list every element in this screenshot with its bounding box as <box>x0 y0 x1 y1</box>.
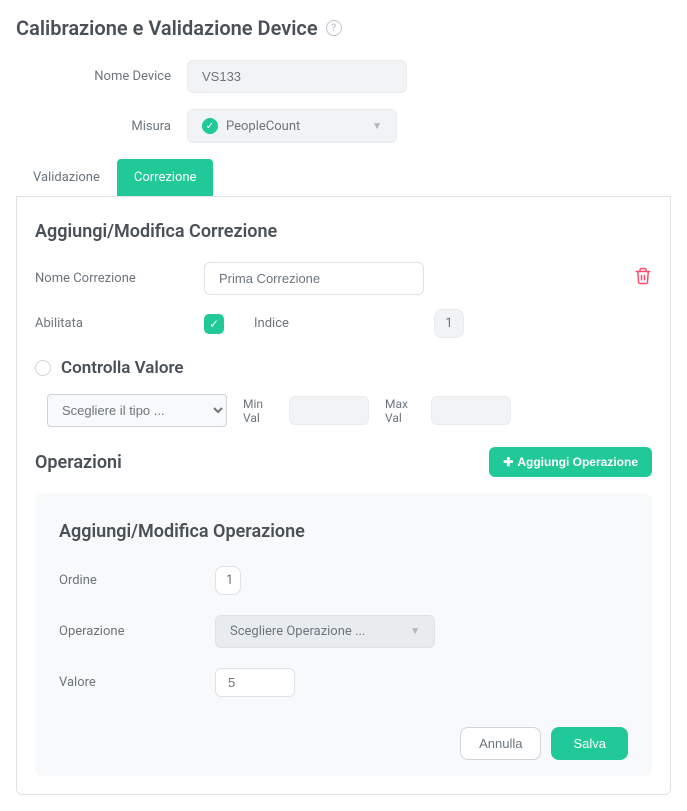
operations-title: Operazioni <box>35 452 122 473</box>
add-operation-button[interactable]: ✚ Aggiungi Operazione <box>489 447 652 477</box>
value-label: Valore <box>59 675 199 690</box>
correction-name-label: Nome Correzione <box>35 271 190 286</box>
operation-placeholder: Scegliere Operazione ... <box>230 624 365 639</box>
operation-panel: Aggiungi/Modifica Operazione Ordine 1 Op… <box>35 493 652 776</box>
device-name-row: Nome Device <box>16 60 671 93</box>
check-value-radio[interactable] <box>35 360 51 376</box>
help-icon[interactable]: ? <box>326 20 342 36</box>
value-constraints-row: Scegliere il tipo ... Min Val Max Val <box>35 394 652 427</box>
device-name-input[interactable] <box>187 60 407 93</box>
measure-dropdown[interactable]: ✓ PeopleCount ▼ <box>187 109 397 143</box>
index-label: Indice <box>254 316 314 331</box>
operation-select-row: Operazione Scegliere Operazione ... ▼ <box>59 615 628 648</box>
min-val-label: Min Val <box>243 397 273 425</box>
check-icon: ✓ <box>202 118 218 134</box>
enabled-label: Abilitata <box>35 316 190 331</box>
check-value-row: Controlla Valore <box>35 358 652 378</box>
order-value: 1 <box>215 566 241 595</box>
correction-name-input[interactable] <box>204 262 424 295</box>
measure-label: Misura <box>16 119 171 134</box>
enabled-checkbox[interactable]: ✓ <box>204 314 224 334</box>
value-input[interactable] <box>215 668 295 697</box>
correction-name-row: Nome Correzione <box>35 262 652 295</box>
order-label: Ordine <box>59 573 199 588</box>
operations-header: Operazioni ✚ Aggiungi Operazione <box>35 447 652 477</box>
save-button[interactable]: Salva <box>551 727 628 760</box>
index-value: 1 <box>434 309 464 338</box>
correction-enabled-row: Abilitata ✓ Indice 1 <box>35 309 652 338</box>
chevron-down-icon: ▼ <box>410 626 420 637</box>
measure-value: PeopleCount <box>226 119 300 134</box>
operation-label: Operazione <box>59 624 199 639</box>
min-val-input[interactable] <box>289 396 369 425</box>
tab-validazione[interactable]: Validazione <box>16 159 117 196</box>
device-name-label: Nome Device <box>16 69 171 84</box>
correction-section-title: Aggiungi/Modifica Correzione <box>35 221 652 242</box>
operation-dropdown[interactable]: Scegliere Operazione ... ▼ <box>215 615 435 648</box>
operation-form-title: Aggiungi/Modifica Operazione <box>59 521 628 542</box>
value-type-select[interactable]: Scegliere il tipo ... <box>47 394 227 427</box>
chevron-down-icon: ▼ <box>372 121 382 132</box>
measure-row: Misura ✓ PeopleCount ▼ <box>16 109 671 143</box>
tab-content-correzione: Aggiungi/Modifica Correzione Nome Correz… <box>16 197 671 795</box>
max-val-label: Max Val <box>385 397 415 425</box>
page-title-text: Calibrazione e Validazione Device <box>16 16 318 40</box>
max-val-input[interactable] <box>431 396 511 425</box>
add-operation-label: Aggiungi Operazione <box>517 455 638 469</box>
page-title: Calibrazione e Validazione Device ? <box>16 16 671 40</box>
check-value-title: Controlla Valore <box>61 358 184 378</box>
operation-actions: Annulla Salva <box>59 727 628 760</box>
value-row: Valore <box>59 668 628 697</box>
order-row: Ordine 1 <box>59 566 628 595</box>
tab-correzione[interactable]: Correzione <box>117 159 214 196</box>
tabs: Validazione Correzione <box>16 159 671 197</box>
delete-correction-icon[interactable] <box>634 267 652 290</box>
plus-icon: ✚ <box>503 455 513 469</box>
cancel-button[interactable]: Annulla <box>460 727 541 760</box>
